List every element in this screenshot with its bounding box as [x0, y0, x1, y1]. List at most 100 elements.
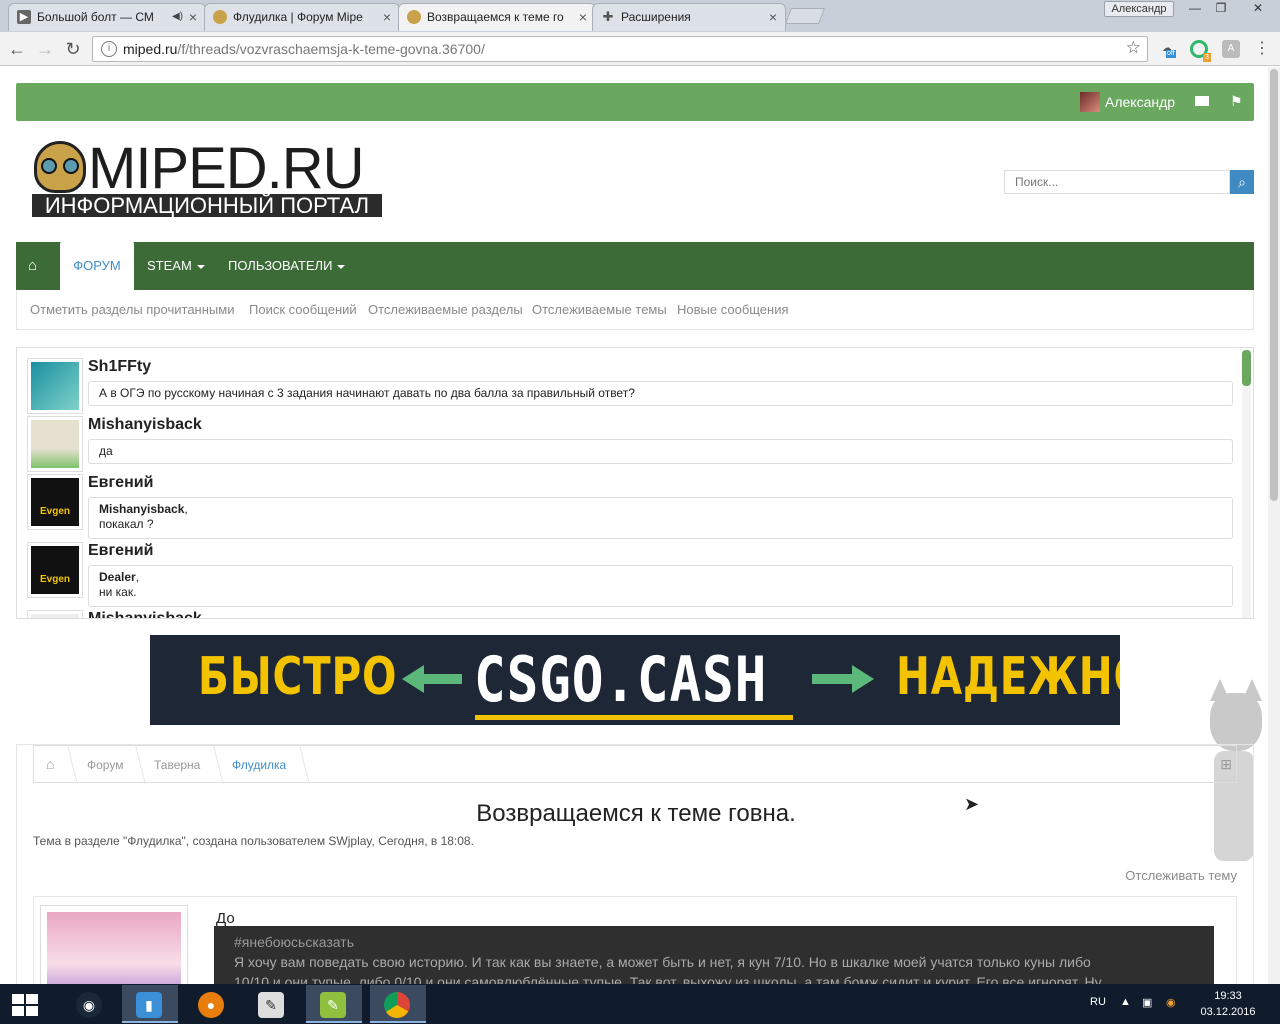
thread-meta: Тема в разделе "Флудилка", создана польз…	[33, 834, 474, 848]
post-avatar[interactable]	[40, 905, 188, 988]
main-navigation: ⌂ ФОРУМ STEAM ПОЛЬЗОВАТЕЛИ	[16, 242, 1254, 290]
taskbar-notepad[interactable]: ✎	[306, 985, 362, 1023]
address-bar[interactable]: i miped.ru/f/threads/vozvraschaemsja-k-t…	[92, 36, 1148, 62]
tab-fludilka[interactable]: Флудилка | Форум Mipe ×	[204, 3, 400, 31]
breadcrumb-forum[interactable]: Форум	[87, 758, 123, 772]
shoutbox-scrollbar[interactable]	[1242, 350, 1251, 618]
new-tab-button[interactable]	[785, 8, 825, 24]
extension-green-icon[interactable]: 3	[1190, 40, 1211, 62]
link-mark-read[interactable]: Отметить разделы прочитанными	[30, 302, 234, 317]
shout-author[interactable]: Евгений	[88, 542, 153, 560]
avatar[interactable]	[27, 416, 83, 472]
bookmark-star-icon[interactable]: ☆	[1126, 38, 1141, 58]
shout-message: Mishanyisback, покакал ?	[88, 497, 1233, 539]
banner-brand-text: CSGO.CASH	[474, 643, 768, 716]
info-icon[interactable]: i	[101, 41, 117, 57]
link-watched-threads[interactable]: Отслеживаемые темы	[532, 302, 667, 317]
avatar[interactable]: Evgen	[27, 474, 83, 530]
banner-right-text: НАДЕЖНО	[896, 647, 1120, 707]
taskbar-steam[interactable]: ◉	[62, 985, 118, 1023]
close-tab-icon[interactable]: ×	[579, 4, 587, 30]
sub-navigation: Отметить разделы прочитанными Поиск сооб…	[16, 290, 1254, 330]
avatar[interactable]: Evgen	[27, 542, 83, 598]
quote-body: Я хочу вам поведать свою историю. И так …	[234, 954, 1102, 988]
nav-forum[interactable]: ФОРУМ	[60, 242, 134, 290]
search-icon[interactable]: ⌕	[1230, 170, 1254, 194]
close-tab-icon[interactable]: ×	[189, 4, 197, 30]
speaker-icon[interactable]: ◀)	[172, 4, 183, 30]
mascot-logo-icon	[34, 141, 86, 193]
tray-app-icon[interactable]: ◉	[1166, 996, 1176, 1009]
shout-author[interactable]: Mishanyisback	[88, 416, 202, 434]
taskbar-files[interactable]: ▮	[122, 985, 178, 1023]
envelope-icon[interactable]	[1195, 96, 1209, 106]
forward-arrow-icon[interactable]: →	[34, 38, 56, 60]
network-icon[interactable]: ▣	[1142, 996, 1152, 1009]
breadcrumb: ⌂ Форум Таверна Флудилка ⊞	[33, 745, 1237, 784]
head-shape	[1210, 693, 1262, 751]
page-scrollbar[interactable]	[1268, 67, 1280, 988]
back-arrow-icon[interactable]: ←	[6, 38, 28, 60]
miped-favicon-icon	[407, 10, 421, 24]
tab-extensions[interactable]: ✚ Расширения ×	[592, 3, 786, 31]
extension-vpn-icon[interactable]: ☁ off	[1158, 40, 1176, 58]
link-new-posts[interactable]: Новые сообщения	[677, 302, 789, 317]
blender-icon: ●	[198, 992, 224, 1018]
tab-bolshoi-bolt[interactable]: ▶ Большой болт — СМ ◀) ×	[8, 3, 206, 31]
language-indicator[interactable]: RU	[1090, 996, 1106, 1008]
windows-start-icon[interactable]	[12, 994, 40, 1016]
avatar[interactable]	[27, 358, 83, 414]
shout-author[interactable]: Евгений	[88, 474, 153, 492]
shout-author[interactable]: Mishanyisback	[88, 610, 202, 618]
taskbar-blender[interactable]: ●	[184, 985, 240, 1023]
flag-icon[interactable]: ⚑	[1230, 93, 1243, 110]
site-logo[interactable]: MIPED.RU ИНФОРМАЦИОННЫЙ ПОРТАЛ	[32, 136, 382, 219]
system-clock[interactable]: 19:33 03.12.2016	[1196, 988, 1260, 1020]
breadcrumb-fludilka[interactable]: Флудилка	[232, 758, 286, 772]
reload-icon[interactable]: ↻	[62, 38, 84, 60]
page-title: Возвращаемся к теме говна.	[476, 800, 796, 827]
play-icon: ▶	[17, 10, 31, 24]
shout-item: Sh1FFty А в ОГЭ по русскому начиная с 3 …	[27, 358, 1233, 414]
user-avatar[interactable]	[1080, 92, 1100, 112]
sitemap-icon[interactable]: ⊞	[1220, 756, 1232, 773]
close-tab-icon[interactable]: ×	[383, 4, 391, 30]
advert-banner[interactable]: БЫСТРО CSGO.CASH НАДЕЖНО	[150, 635, 1120, 725]
shoutbox-scroll-thumb[interactable]	[1242, 350, 1251, 386]
close-tab-icon[interactable]: ×	[769, 4, 777, 30]
nav-users[interactable]: ПОЛЬЗОВАТЕЛИ	[228, 242, 346, 290]
shout-author[interactable]: Sh1FFty	[88, 358, 151, 376]
taskbar-chrome[interactable]	[370, 985, 426, 1023]
user-name-link[interactable]: Александр	[1105, 94, 1175, 110]
nav-steam[interactable]: STEAM	[147, 242, 205, 290]
extension-a-icon[interactable]: A	[1222, 40, 1240, 58]
caret-down-icon	[337, 264, 346, 269]
tab-current-thread[interactable]: Возвращаемся к теме го ×	[398, 3, 596, 31]
mention-link[interactable]: Dealer	[99, 570, 136, 584]
tab-title: Возвращаемся к теме го	[427, 10, 564, 24]
link-search-messages[interactable]: Поиск сообщений	[249, 302, 357, 317]
search-input[interactable]	[1004, 170, 1230, 194]
tray-expand-icon[interactable]: ▲	[1120, 996, 1131, 1008]
logo-title: MIPED.RU	[88, 136, 365, 201]
file-manager-icon: ▮	[136, 992, 162, 1018]
post-quote: #янебоюсьсказать Я хочу вам поведать сво…	[214, 926, 1214, 988]
minimize-icon[interactable]: —	[1182, 0, 1208, 18]
browser-menu-icon[interactable]: ⋮	[1254, 38, 1270, 58]
watch-thread-link[interactable]: Отслеживать тему	[1125, 868, 1237, 883]
taskbar-editor[interactable]: ✎	[244, 985, 300, 1023]
mention-link[interactable]: Mishanyisback	[99, 502, 184, 516]
shout-item: Evgen Евгений Mishanyisback, покакал ?	[27, 474, 1233, 539]
breadcrumb-tavern[interactable]: Таверна	[154, 758, 200, 772]
link-watched-forums[interactable]: Отслеживаемые разделы	[368, 302, 523, 317]
breadcrumb-home-icon[interactable]: ⌂	[46, 756, 54, 772]
home-icon[interactable]: ⌂	[28, 242, 37, 290]
page-scroll-thumb[interactable]	[1270, 69, 1278, 501]
profile-button[interactable]: Александр	[1104, 1, 1174, 17]
close-window-icon[interactable]: ✕	[1236, 0, 1280, 18]
steam-icon: ◉	[76, 992, 102, 1018]
miped-favicon-icon	[213, 10, 227, 24]
avatar[interactable]	[27, 610, 83, 618]
page-viewport: Александр ⚑ MIPED.RU ИНФОРМАЦИОННЫЙ ПОРТ…	[0, 67, 1268, 988]
restore-icon[interactable]: ❐	[1208, 0, 1234, 18]
